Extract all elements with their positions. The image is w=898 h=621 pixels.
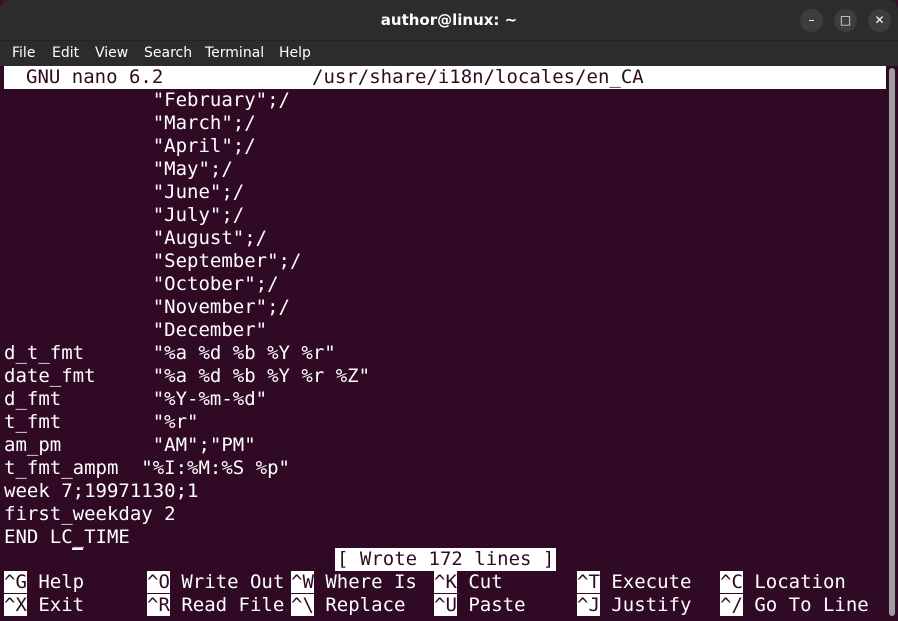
shortcut-key: ^C — [720, 571, 743, 593]
shortcut-justify[interactable]: ^J Justify — [577, 594, 691, 617]
editor-line: "August";/ — [4, 227, 268, 249]
shortcut-label: Location — [754, 571, 846, 593]
shortcut-key: ^/ — [720, 594, 743, 616]
window-title: author@linux: ~ — [380, 11, 518, 29]
status-message: [ Wrote 172 lines ] — [335, 548, 557, 571]
nano-header: GNU nano 6.2 /usr/share/i18n/locales/en_… — [4, 66, 886, 89]
shortcut-go-to-line[interactable]: ^/ Go To Line — [720, 594, 869, 617]
shortcut-key: ^X — [4, 594, 27, 616]
editor-line: "September";/ — [4, 250, 302, 272]
minimize-button[interactable]: – — [800, 9, 823, 32]
shortcut-execute[interactable]: ^T Execute — [577, 571, 691, 594]
shortcut-label: Justify — [611, 594, 692, 616]
title-bar[interactable]: author@linux: ~ – □ ✕ — [0, 0, 898, 40]
shortcut-label: Replace — [325, 594, 406, 616]
shortcut-key: ^G — [4, 571, 27, 593]
editor-line: "November";/ — [4, 296, 290, 318]
shortcut-help[interactable]: ^G Help — [4, 571, 84, 594]
shortcut-label: Exit — [38, 594, 85, 616]
shortcut-key: ^R — [147, 594, 170, 616]
menu-view[interactable]: View — [95, 45, 128, 61]
editor-line: "December" — [4, 319, 268, 341]
menu-search[interactable]: Search — [144, 45, 192, 61]
editor-line: "May";/ — [4, 158, 233, 180]
shortcut-label: Go To Line — [754, 594, 869, 616]
shortcut-replace[interactable]: ^\ Replace — [291, 594, 405, 617]
shortcut-location[interactable]: ^C Location — [720, 571, 846, 594]
editor-line: "March";/ — [4, 112, 256, 134]
text-cursor — [72, 548, 83, 550]
shortcut-label: Read File — [181, 594, 285, 616]
editor-line: t_fmt "%r" — [4, 411, 199, 433]
shortcut-key: ^\ — [291, 594, 314, 616]
editor-line: "October";/ — [4, 273, 279, 295]
editor-line: first_weekday 2 — [4, 503, 176, 525]
menu-file[interactable]: File — [12, 45, 35, 61]
editor-line: "April";/ — [4, 135, 256, 157]
shortcut-read-file[interactable]: ^R Read File — [147, 594, 284, 617]
editor-line: d_t_fmt "%a %d %b %Y %r" — [4, 342, 336, 364]
shortcut-cut[interactable]: ^K Cut — [434, 571, 503, 594]
editor-line: d_fmt "%Y-%m-%d" — [4, 388, 268, 410]
shortcut-key: ^W — [291, 571, 314, 593]
editor-line: date_fmt "%a %d %b %Y %r %Z" — [4, 365, 371, 387]
editor-line: "June";/ — [4, 181, 245, 203]
shortcut-exit[interactable]: ^X Exit — [4, 594, 84, 617]
close-icon: ✕ — [874, 13, 885, 27]
shortcut-label: Write Out — [181, 571, 285, 593]
scrollbar[interactable] — [889, 68, 895, 616]
shortcut-key: ^T — [577, 571, 600, 593]
terminal-window: author@linux: ~ – □ ✕ File Edit View Sea… — [0, 0, 898, 621]
editor-line: week 7;19971130;1 — [4, 480, 199, 502]
maximize-button[interactable]: □ — [834, 9, 857, 32]
terminal-area[interactable]: GNU nano 6.2 /usr/share/i18n/locales/en_… — [4, 66, 886, 618]
shortcut-where-is[interactable]: ^W Where Is — [291, 571, 417, 594]
shortcut-label: Where Is — [325, 571, 417, 593]
maximize-icon: □ — [839, 13, 852, 27]
menu-help[interactable]: Help — [279, 45, 311, 61]
shortcut-key: ^U — [434, 594, 457, 616]
menu-terminal[interactable]: Terminal — [205, 45, 264, 61]
shortcut-label: Cut — [468, 571, 503, 593]
menu-edit[interactable]: Edit — [52, 45, 79, 61]
shortcut-write-out[interactable]: ^O Write Out — [147, 571, 284, 594]
editor-line: am_pm "AM";"PM" — [4, 434, 256, 456]
nano-filename: /usr/share/i18n/locales/en_CA — [312, 66, 644, 88]
shortcut-label: Help — [38, 571, 85, 593]
shortcut-key: ^J — [577, 594, 600, 616]
editor-line: END LC_TIME — [4, 526, 130, 548]
editor-line: t_fmt_ampm "%I:%M:%S %p" — [4, 457, 290, 479]
shortcut-key: ^K — [434, 571, 457, 593]
menu-bar: File Edit View Search Terminal Help — [0, 40, 898, 66]
shortcut-paste[interactable]: ^U Paste — [434, 594, 526, 617]
shortcut-label: Paste — [468, 594, 526, 616]
nano-version: GNU nano 6.2 — [26, 66, 164, 88]
shortcut-label: Execute — [611, 571, 692, 593]
editor-line: "July";/ — [4, 204, 245, 226]
editor-line: "February";/ — [4, 89, 290, 111]
close-button[interactable]: ✕ — [868, 9, 891, 32]
minimize-icon: – — [808, 13, 815, 27]
shortcut-key: ^O — [147, 571, 170, 593]
